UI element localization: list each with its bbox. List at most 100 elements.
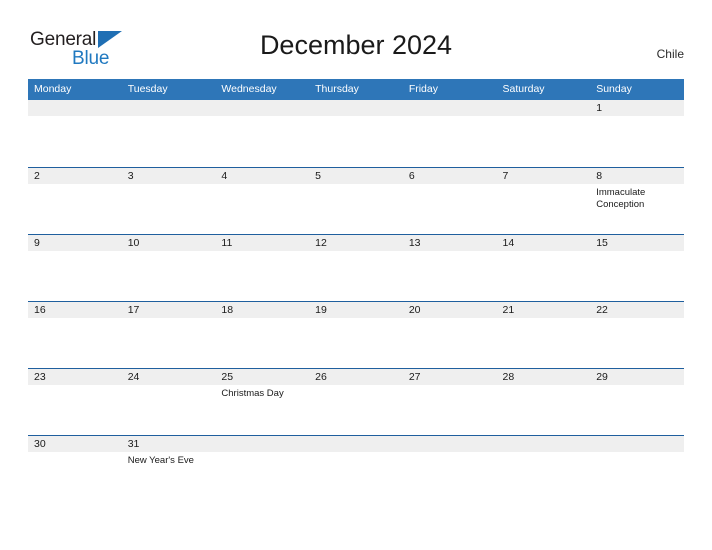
calendar-day-cell[interactable] — [402, 434, 497, 502]
day-number: 29 — [590, 368, 684, 385]
day-cell-content: 2 — [28, 167, 122, 234]
calendar-day-cell[interactable]: 10 — [121, 233, 216, 301]
day-number: 8 — [590, 167, 684, 184]
weekday-header-friday: Friday — [402, 79, 497, 100]
day-number: 12 — [309, 234, 403, 251]
calendar-day-cell[interactable]: 18 — [215, 300, 310, 368]
day-cell-content: 15 — [590, 234, 684, 301]
day-cell-content: 16 — [28, 301, 122, 368]
calendar-day-cell[interactable]: 23 — [28, 367, 122, 435]
day-cell-content: 31 New Year's Eve — [121, 435, 216, 503]
holiday-label: Immaculate Conception — [596, 186, 646, 211]
calendar-day-cell[interactable]: 9 — [28, 233, 122, 301]
calendar-day-cell[interactable]: 4 — [215, 166, 310, 234]
calendar-day-cell[interactable]: 16 — [28, 300, 122, 368]
day-cell-content: 27 — [402, 368, 497, 435]
day-cell-content: 4 — [215, 167, 310, 234]
calendar-day-cell[interactable] — [496, 100, 591, 167]
day-number: 15 — [590, 234, 684, 251]
day-number: 18 — [215, 301, 310, 318]
calendar-day-cell[interactable]: 17 — [121, 300, 216, 368]
page-header: General Blue December 2024 Chile — [0, 0, 712, 76]
calendar-day-cell[interactable]: 2 — [28, 166, 122, 234]
calendar-day-cell[interactable]: 21 — [496, 300, 591, 368]
calendar-day-cell[interactable] — [402, 100, 497, 167]
day-number: 30 — [28, 435, 122, 452]
day-number: 28 — [496, 368, 591, 385]
day-cell-content: 30 — [28, 435, 122, 503]
calendar-day-cell[interactable]: 6 — [402, 166, 497, 234]
calendar-day-cell[interactable] — [496, 434, 591, 503]
day-cell-content — [215, 100, 310, 167]
calendar-day-cell[interactable]: 31 New Year's Eve — [121, 434, 216, 503]
day-number — [402, 100, 497, 116]
day-number: 11 — [215, 234, 310, 251]
calendar-day-cell[interactable]: 27 — [402, 367, 497, 435]
day-cell-content: 29 — [590, 368, 684, 435]
calendar-day-cell[interactable] — [309, 100, 403, 167]
weekday-header-tuesday: Tuesday — [121, 79, 216, 100]
calendar-day-cell[interactable]: 20 — [402, 300, 497, 368]
calendar-day-cell[interactable] — [215, 434, 310, 502]
day-number: 24 — [121, 368, 216, 385]
calendar-day-cell[interactable]: 19 — [309, 300, 403, 368]
calendar-day-cell[interactable] — [309, 434, 403, 503]
calendar-day-cell[interactable] — [121, 100, 216, 167]
holiday-label: New Year's Eve — [127, 454, 194, 466]
calendar-page: General Blue December 2024 Chile Monday … — [0, 0, 712, 550]
calendar-day-cell[interactable] — [590, 434, 684, 503]
day-cell-content — [402, 100, 497, 167]
day-cell-content — [590, 435, 684, 503]
calendar-week-row: 9 10 11 12 13 14 15 — [28, 233, 684, 301]
day-cell-content: 26 — [309, 368, 403, 435]
weekday-header-sunday: Sunday — [590, 79, 684, 100]
calendar-day-cell[interactable]: 30 — [28, 434, 122, 503]
day-number: 26 — [309, 368, 403, 385]
day-number: 10 — [121, 234, 216, 251]
day-cell-content: 6 — [402, 167, 497, 234]
day-number — [309, 435, 403, 452]
calendar-day-cell[interactable]: 5 — [309, 166, 403, 234]
calendar-day-cell[interactable]: 26 — [309, 367, 403, 435]
calendar-week-row: 23 24 25 Christmas Day 26 27 28 29 — [28, 367, 684, 435]
weekday-header-wednesday: Wednesday — [215, 79, 310, 100]
calendar-day-cell[interactable]: 24 — [121, 367, 216, 435]
calendar-day-cell[interactable]: 12 — [309, 233, 403, 301]
calendar-day-cell[interactable]: 22 — [590, 300, 684, 368]
day-cell-content: 7 — [496, 167, 591, 234]
calendar-day-cell[interactable]: 29 — [590, 367, 684, 435]
day-cell-content: 23 — [28, 368, 122, 435]
day-cell-content: 28 — [496, 368, 591, 435]
page-title: December 2024 — [259, 30, 453, 60]
calendar-day-cell[interactable]: 8 Immaculate Conception — [590, 166, 684, 234]
calendar-day-cell[interactable]: 15 — [590, 233, 684, 301]
day-cell-content — [28, 100, 122, 167]
calendar-day-cell[interactable]: 13 — [402, 233, 497, 301]
calendar-day-cell[interactable]: 14 — [496, 233, 591, 301]
day-number: 27 — [402, 368, 497, 385]
calendar-day-cell[interactable]: 3 — [121, 166, 216, 234]
calendar-day-cell[interactable] — [28, 100, 122, 167]
calendar-day-cell[interactable]: 7 — [496, 166, 591, 234]
day-cell-content: 12 — [309, 234, 403, 301]
day-number: 21 — [496, 301, 591, 318]
day-cell-content — [496, 435, 591, 503]
day-cell-content — [309, 435, 403, 503]
day-cell-content: 1 — [590, 100, 684, 167]
weekday-header-thursday: Thursday — [309, 79, 403, 100]
day-number — [496, 100, 591, 116]
calendar-head: Monday Tuesday Wednesday Thursday Friday… — [28, 79, 684, 100]
day-cell-content: 9 — [28, 234, 122, 301]
day-number: 17 — [121, 301, 216, 318]
day-cell-content: 3 — [121, 167, 216, 234]
day-number: 13 — [402, 234, 497, 251]
calendar-day-cell[interactable]: 28 — [496, 367, 591, 435]
day-cell-content — [309, 100, 403, 167]
day-cell-content: 8 Immaculate Conception — [590, 167, 684, 234]
calendar-day-cell[interactable]: 25 Christmas Day — [215, 367, 310, 435]
calendar-day-cell[interactable]: 1 — [590, 100, 684, 167]
calendar-day-cell[interactable]: 11 — [215, 233, 310, 301]
calendar-day-cell[interactable] — [215, 100, 310, 167]
calendar-week-row: 2 3 4 5 6 7 8 Immaculate Conception — [28, 166, 684, 234]
day-number — [402, 435, 497, 452]
